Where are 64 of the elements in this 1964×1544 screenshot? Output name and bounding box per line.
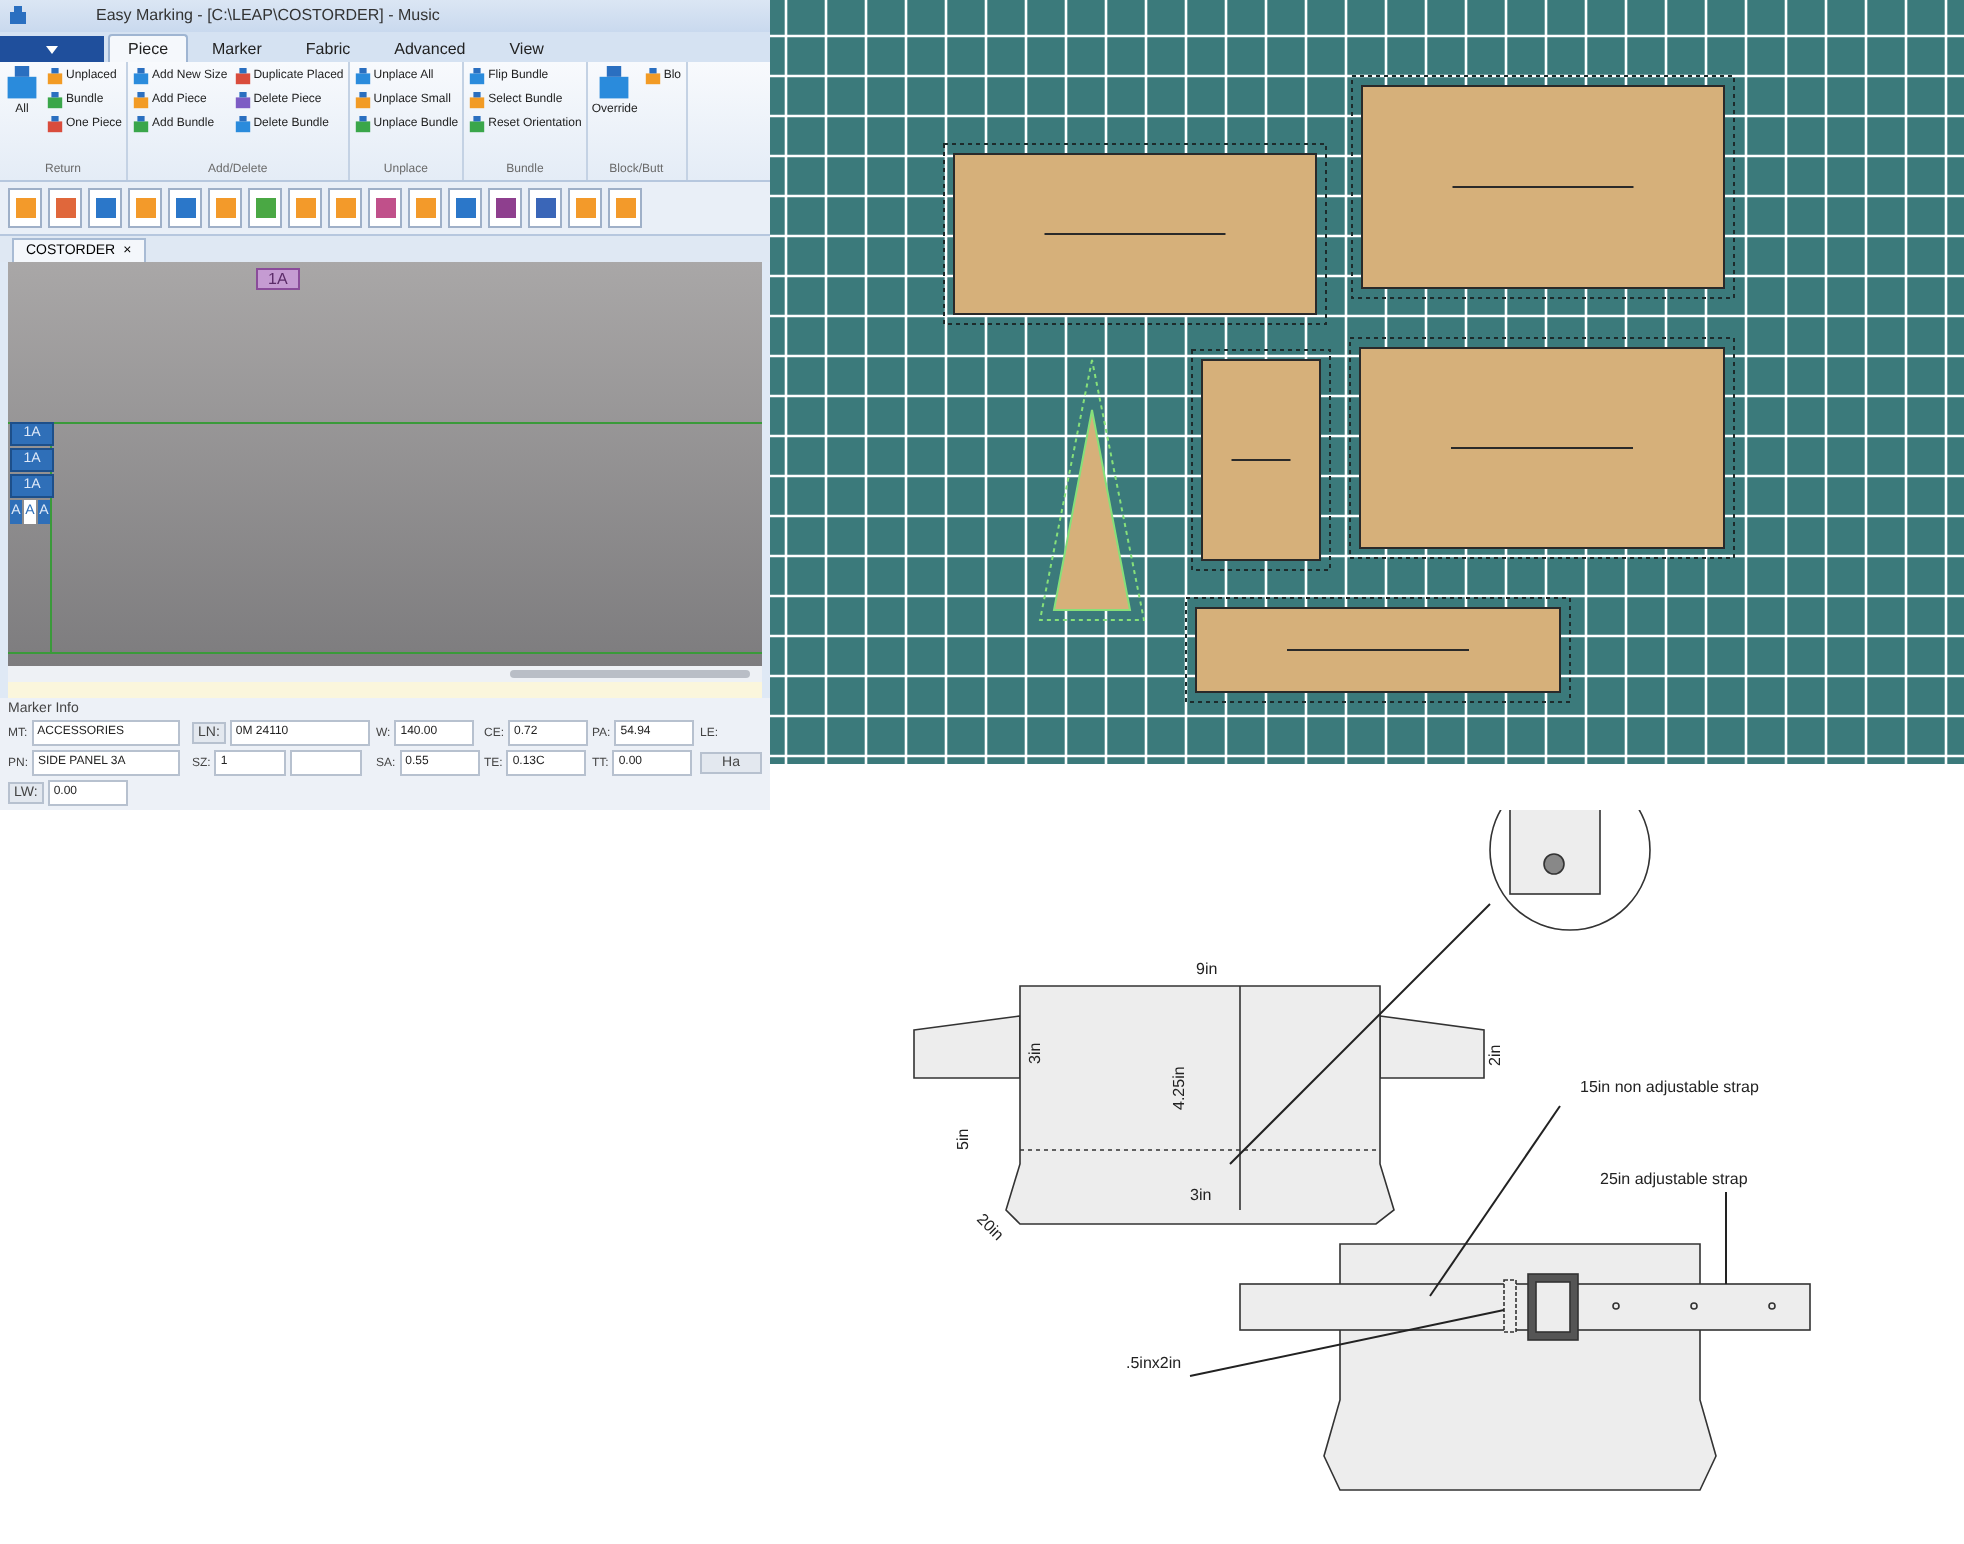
piece-icon bbox=[233, 91, 252, 110]
piece-icon bbox=[132, 91, 151, 110]
piece-icon bbox=[46, 115, 64, 134]
piece-tool-icon bbox=[172, 194, 198, 221]
piece-icon bbox=[132, 67, 151, 86]
dimension-label: 9in bbox=[1196, 960, 1218, 978]
dimension-label: 4.25in bbox=[1170, 1066, 1188, 1110]
piece-tool-icon bbox=[332, 194, 358, 221]
scrollbar[interactable] bbox=[8, 666, 762, 683]
pieces-icon bbox=[4, 66, 40, 103]
pieces-icon bbox=[596, 66, 633, 103]
piece-tool-icon bbox=[132, 194, 158, 221]
toolbar-button[interactable] bbox=[88, 187, 122, 228]
piece-icon bbox=[468, 67, 487, 86]
piece-tag: 1A bbox=[256, 268, 300, 291]
piece-tool-icon bbox=[452, 194, 478, 221]
piece-tool-icon bbox=[572, 194, 598, 221]
piece-tool-icon bbox=[532, 194, 558, 221]
piece-tool-icon bbox=[612, 194, 638, 221]
piece-tool-icon bbox=[372, 194, 398, 221]
toolbar-button[interactable] bbox=[488, 187, 522, 228]
piece-tool-icon bbox=[92, 194, 118, 221]
piece-icon bbox=[233, 115, 252, 134]
menu-tab[interactable]: Marker bbox=[192, 34, 282, 63]
menu-tab[interactable]: Piece bbox=[108, 34, 189, 63]
menu-tab[interactable]: Fabric bbox=[285, 34, 371, 63]
piece-tool-icon bbox=[252, 194, 278, 221]
dimension-label: 25in adjustable strap bbox=[1600, 1170, 1748, 1188]
piece-tool-icon bbox=[212, 194, 238, 221]
piece-tool-icon bbox=[12, 194, 38, 221]
piece-tool-icon bbox=[52, 194, 78, 221]
toolbar-button[interactable] bbox=[528, 187, 562, 228]
dimension-label: 5in bbox=[954, 1128, 972, 1150]
piece-icon bbox=[46, 67, 64, 86]
piece-icon bbox=[353, 115, 372, 134]
piece-tool-icon bbox=[412, 194, 438, 221]
dimension-label: 3in bbox=[1026, 1042, 1044, 1064]
input-field[interactable] bbox=[290, 750, 363, 776]
dimension-label: 3in bbox=[1190, 1186, 1212, 1204]
menu-tab[interactable]: View bbox=[489, 34, 564, 63]
dimension-label: 15in non adjustable strap bbox=[1580, 1078, 1759, 1096]
piece-icon bbox=[468, 115, 487, 134]
dimension-label: 2in bbox=[1486, 1044, 1504, 1066]
leader-line bbox=[1725, 1191, 1727, 1285]
toolbar-button[interactable] bbox=[168, 187, 202, 228]
toolbar-button[interactable] bbox=[448, 187, 482, 228]
dimension-label: 20in bbox=[973, 1210, 1008, 1245]
dimension-label: .5inx2in bbox=[1126, 1354, 1182, 1372]
caret-icon bbox=[46, 45, 58, 54]
piece-icon bbox=[468, 91, 487, 110]
menu-tab[interactable]: Advanced bbox=[374, 34, 486, 63]
window-title: Easy Marking - [C:\LEAP\COSTORDER] - Music bbox=[96, 6, 440, 25]
piece-icon bbox=[353, 67, 372, 86]
piece-icon bbox=[353, 91, 372, 110]
toolbar-button[interactable] bbox=[48, 187, 82, 228]
piece-icon bbox=[643, 67, 662, 86]
app-menu-button[interactable] bbox=[0, 36, 104, 63]
piece-tool-icon bbox=[292, 194, 318, 221]
piece-icon bbox=[46, 91, 64, 110]
toolbar-button[interactable] bbox=[248, 187, 282, 228]
piece-icon bbox=[233, 67, 252, 86]
piece-tool-icon bbox=[492, 194, 518, 221]
piece-icon bbox=[132, 115, 151, 134]
toolbar-button[interactable] bbox=[368, 187, 402, 228]
